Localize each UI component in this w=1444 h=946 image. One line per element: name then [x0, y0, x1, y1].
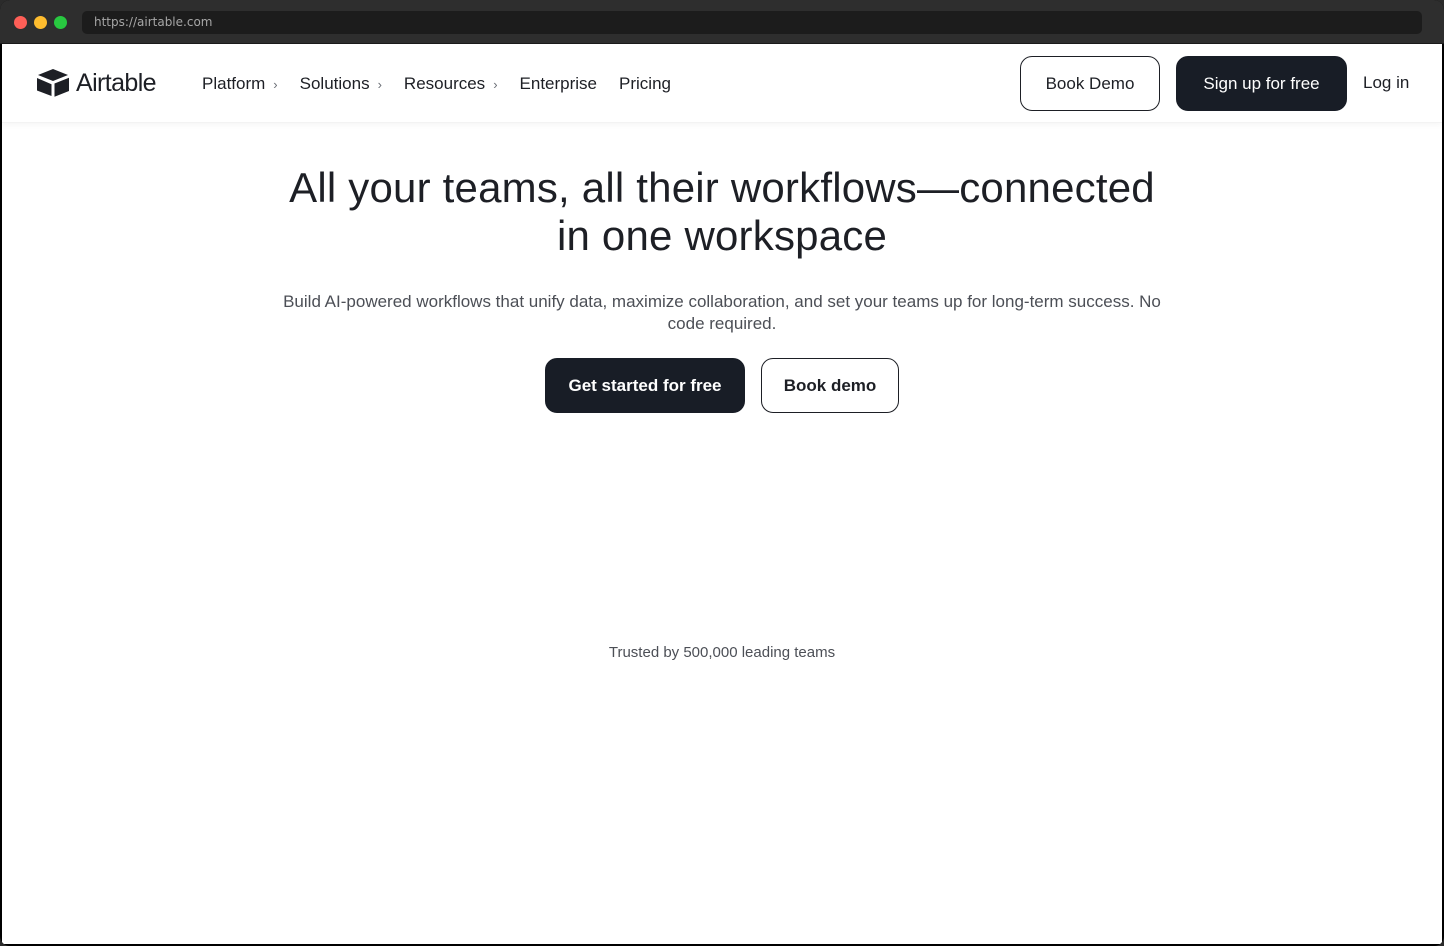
get-started-button[interactable]: Get started for free	[545, 358, 745, 413]
brand-name: Airtable	[76, 68, 157, 97]
log-in-link[interactable]: Log in	[1363, 73, 1409, 93]
nav-item-label: Platform	[202, 74, 266, 93]
minimize-window-button[interactable]	[34, 16, 47, 29]
main-menu: Platform › Solutions › Resources › Enter…	[202, 73, 693, 95]
hero-subtitle: Build AI-powered workflows that unify da…	[283, 292, 1161, 333]
nav-item-label: Solutions	[299, 74, 370, 93]
nav-item-solutions[interactable]: Solutions ›	[300, 73, 382, 95]
top-navigation: Airtable Platform › Solutions › Resource…	[2, 44, 1442, 123]
page-viewport: Airtable Platform › Solutions › Resource…	[2, 44, 1442, 944]
social-proof-text: Trusted by 500,000 leading teams	[608, 644, 836, 661]
hero-title-line-2: in one workspace	[556, 212, 888, 259]
nav-item-platform[interactable]: Platform ›	[202, 73, 278, 95]
hero-title: All your teams, all their workflows—conn…	[222, 164, 1222, 260]
chevron-right-icon: ›	[273, 76, 278, 92]
address-bar[interactable]: https://airtable.com	[82, 11, 1422, 34]
browser-titlebar: https://airtable.com	[0, 0, 1444, 44]
sign-up-button[interactable]: Sign up for free	[1176, 56, 1347, 111]
nav-item-label: Resources	[403, 74, 486, 93]
nav-item-enterprise[interactable]: Enterprise	[520, 73, 597, 95]
nav-item-label: Pricing	[619, 74, 671, 93]
book-demo-button[interactable]: Book Demo	[1020, 56, 1160, 111]
close-window-button[interactable]	[14, 16, 27, 29]
maximize-window-button[interactable]	[54, 16, 67, 29]
chevron-right-icon: ›	[377, 76, 382, 92]
chevron-right-icon: ›	[493, 76, 498, 92]
nav-item-pricing[interactable]: Pricing	[619, 73, 671, 95]
airtable-logo-icon	[37, 69, 69, 97]
hero-book-demo-button[interactable]: Book demo	[761, 358, 899, 413]
nav-item-resources[interactable]: Resources ›	[404, 73, 498, 95]
brand-logo[interactable]: Airtable	[36, 68, 157, 98]
browser-window: https://airtable.com Airtable Platform ›…	[0, 0, 1444, 946]
hero-title-line-1: All your teams, all their workflows—conn…	[289, 164, 1155, 211]
nav-item-label: Enterprise	[519, 74, 598, 93]
